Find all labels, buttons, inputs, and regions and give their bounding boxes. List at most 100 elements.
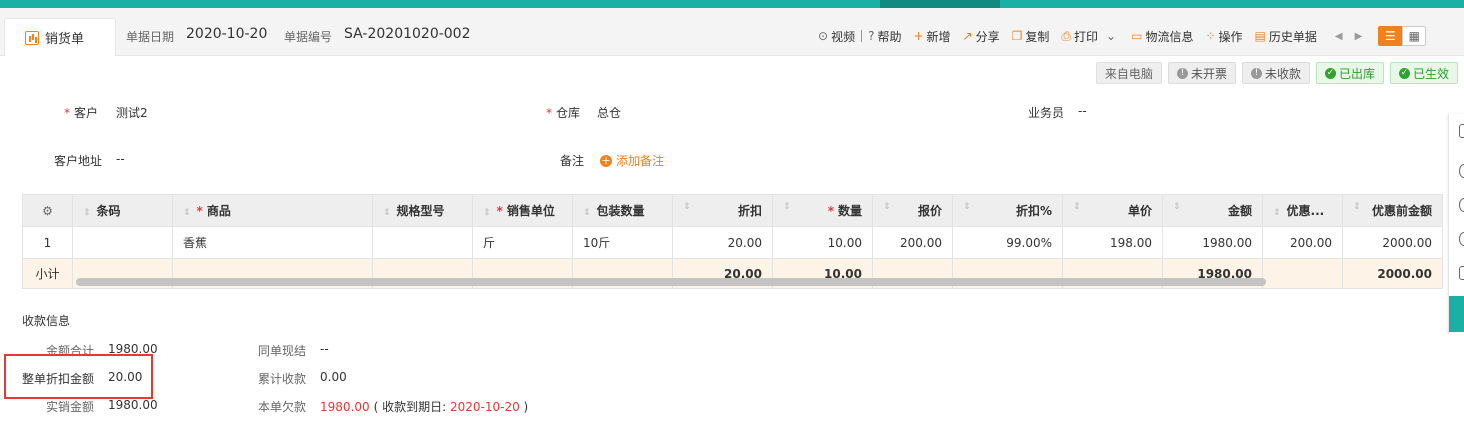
copy-icon: ❐ (1011, 29, 1023, 43)
due-prefix: ( 收款到期日: (373, 400, 450, 414)
next-arrow-icon[interactable]: ▶ (1355, 31, 1363, 42)
warehouse-label: * 仓库 (546, 106, 581, 120)
col-barcode[interactable]: ⇕ 条码 (72, 194, 173, 227)
horizontal-scrollbar[interactable] (76, 278, 1266, 286)
col-pre-amount[interactable]: ⇕ 优惠前金额 (1342, 194, 1443, 227)
sort-icon: ⇕ (1173, 202, 1181, 212)
address-label: 客户地址 (54, 154, 103, 168)
table-row[interactable]: 1 香蕉 斤 10斤 20.00 10.00 200.00 99.00% 198… (22, 226, 1443, 259)
cell-qty[interactable]: 10.00 (772, 226, 873, 259)
check-icon: ✓ (1324, 67, 1336, 79)
col-unit[interactable]: ⇕ * 销售单位 (472, 194, 573, 227)
col-price[interactable]: ⇕ 单价 (1062, 194, 1163, 227)
cell-pack[interactable]: 10斤 (572, 226, 673, 259)
col-product[interactable]: ⇕ * 商品 (172, 194, 373, 227)
receipt-section-title: 收款信息 (22, 314, 71, 328)
video-button[interactable]: ⊙ 视频 (818, 28, 855, 45)
col-quote[interactable]: ⇕ 报价 (872, 194, 953, 227)
history-button[interactable]: ▤ 历史单据 (1255, 28, 1317, 45)
order-no-value: SA-20201020-002 (344, 26, 471, 42)
chevron-down-icon[interactable]: ⌄ (1106, 29, 1116, 43)
subtotal-label: 小计 (22, 258, 73, 289)
col-discount-pct[interactable]: ⇕ 折扣% (952, 194, 1063, 227)
invoice-status-badge: ! 未开票 (1167, 62, 1236, 84)
settle-value[interactable]: -- (320, 342, 329, 356)
tab-sales-order[interactable]: 销货单 (4, 18, 116, 56)
due-date[interactable]: 2020-10-20 (450, 400, 520, 414)
help-button[interactable]: ? 帮助 (868, 28, 901, 45)
logistics-button[interactable]: ▭ 物流信息 (1131, 28, 1193, 45)
expand-tab[interactable] (1449, 296, 1464, 332)
cell-discount-pct[interactable]: 99.00% (952, 226, 1063, 259)
col-amount[interactable]: ⇕ 金额 (1162, 194, 1263, 227)
link-icon[interactable] (1459, 266, 1464, 280)
cell-quote[interactable]: 200.00 (872, 226, 953, 259)
print-button[interactable]: ⎙ 打印 ⌄ (1061, 28, 1119, 45)
col-spec[interactable]: ⇕ 规格型号 (372, 194, 473, 227)
plus-icon: + (913, 29, 924, 43)
owed-line: 1980.00( 收款到期日: 2020-10-20 ) (320, 398, 528, 415)
cell-barcode[interactable] (72, 226, 173, 259)
operate-button[interactable]: ⁘ 操作 (1205, 28, 1242, 45)
help-icon: ? (868, 29, 875, 43)
report-icon[interactable] (1459, 124, 1464, 138)
customer-value[interactable]: 测试2 (116, 104, 148, 121)
actual-label: 实销金额 (46, 400, 95, 414)
sort-icon: ⇕ (963, 202, 971, 212)
sort-icon: ⇕ (1273, 208, 1281, 218)
col-qty[interactable]: ⇕ * 数量 (772, 194, 873, 227)
printer-icon: ⎙ (1061, 28, 1072, 43)
cell-spec[interactable] (372, 226, 473, 259)
list-view-icon[interactable]: ☰ (1378, 26, 1403, 46)
sort-icon: ⇕ (483, 208, 491, 218)
info-icon: ! (1176, 67, 1188, 79)
check-icon: ✓ (1398, 67, 1410, 79)
remark-label: 备注 (560, 154, 585, 168)
sort-icon: ⇕ (1073, 202, 1081, 212)
salesman-label: 业务员 (1028, 106, 1065, 120)
add-button[interactable]: + 新增 (913, 28, 950, 45)
copy-button[interactable]: ❐ 复制 (1012, 28, 1050, 45)
gear-icon[interactable]: ⚙ (42, 204, 53, 218)
card-view-icon[interactable]: ▦ (1402, 26, 1427, 46)
play-icon: ⊙ (818, 29, 829, 43)
address-value[interactable]: -- (116, 152, 125, 166)
top-accent-segment (880, 0, 1000, 8)
column-settings[interactable]: ⚙ (22, 194, 73, 227)
sort-icon: ⇕ (583, 208, 591, 218)
grid-icon: ⁘ (1205, 29, 1216, 43)
date-label: 单据日期 (126, 30, 175, 44)
cell-pre-amount[interactable]: 2000.00 (1342, 226, 1443, 259)
toolbar-divider (861, 30, 863, 42)
subtotal-empty (1262, 258, 1343, 289)
cell-discount[interactable]: 20.00 (672, 226, 773, 259)
info-icon[interactable] (1459, 232, 1464, 246)
sort-icon: ⇕ (183, 208, 191, 218)
plus-circle-icon: + (600, 153, 612, 167)
clock-icon[interactable] (1459, 164, 1464, 178)
side-tool-rail (1448, 114, 1464, 334)
cell-unit[interactable]: 斤 (472, 226, 573, 259)
warehouse-value[interactable]: 总仓 (597, 104, 621, 121)
col-discount[interactable]: ⇕ 折扣 (672, 194, 773, 227)
share-button[interactable]: ↗ 分享 (963, 28, 1000, 45)
salesman-value[interactable]: -- (1078, 104, 1087, 118)
col-promo[interactable]: ⇕ 优惠... (1262, 194, 1343, 227)
prev-arrow-icon[interactable]: ◀ (1335, 31, 1343, 42)
order-no-label: 单据编号 (284, 30, 333, 44)
cell-promo[interactable]: 200.00 (1262, 226, 1343, 259)
sort-icon: ⇕ (1353, 202, 1361, 212)
source-badge: 来自电脑 (1095, 62, 1162, 84)
cell-price[interactable]: 198.00 (1062, 226, 1163, 259)
cell-product[interactable]: 香蕉 (172, 226, 373, 259)
actual-value: 1980.00 (108, 398, 158, 412)
cell-amount[interactable]: 1980.00 (1162, 226, 1263, 259)
payment-status-badge: ! 未收款 (1241, 62, 1310, 84)
row-index: 1 (22, 226, 73, 259)
date-value: 2020-10-20 (186, 26, 268, 42)
col-pack[interactable]: ⇕ 包装数量 (572, 194, 673, 227)
document-header: 销货单 单据日期 2020-10-20 单据编号 SA-20201020-002… (0, 8, 1464, 56)
tab-label: 销货单 (45, 32, 85, 47)
add-remark-link[interactable]: + 添加备注 (600, 152, 664, 169)
help-icon[interactable] (1459, 198, 1464, 212)
